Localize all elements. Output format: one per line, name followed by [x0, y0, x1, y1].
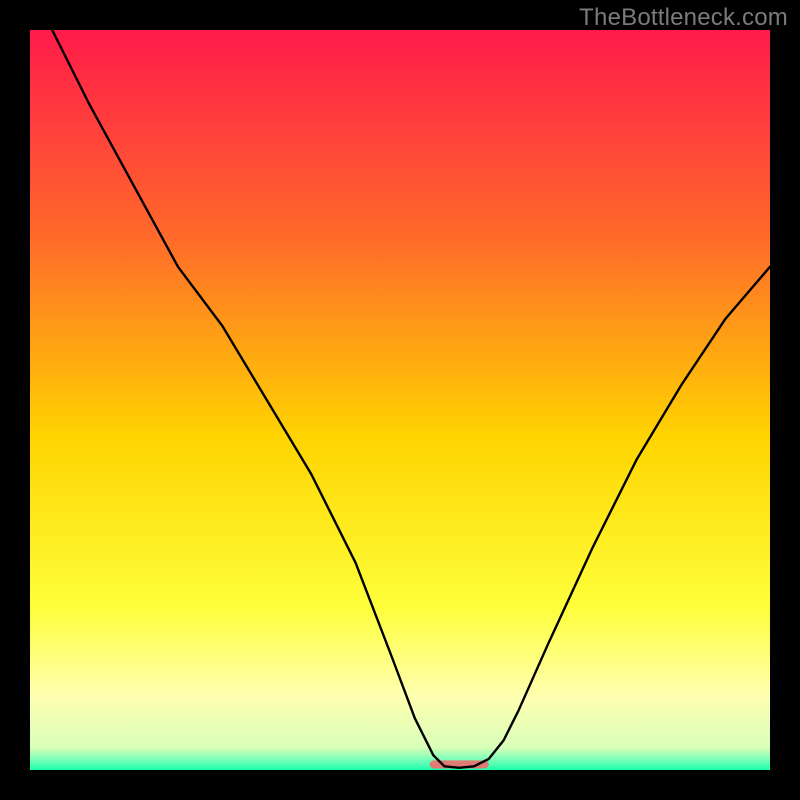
watermark-text: TheBottleneck.com	[579, 4, 788, 32]
chart-svg	[30, 30, 770, 770]
chart-background	[30, 30, 770, 770]
plot-area	[30, 30, 770, 770]
chart-frame: TheBottleneck.com	[0, 0, 800, 800]
